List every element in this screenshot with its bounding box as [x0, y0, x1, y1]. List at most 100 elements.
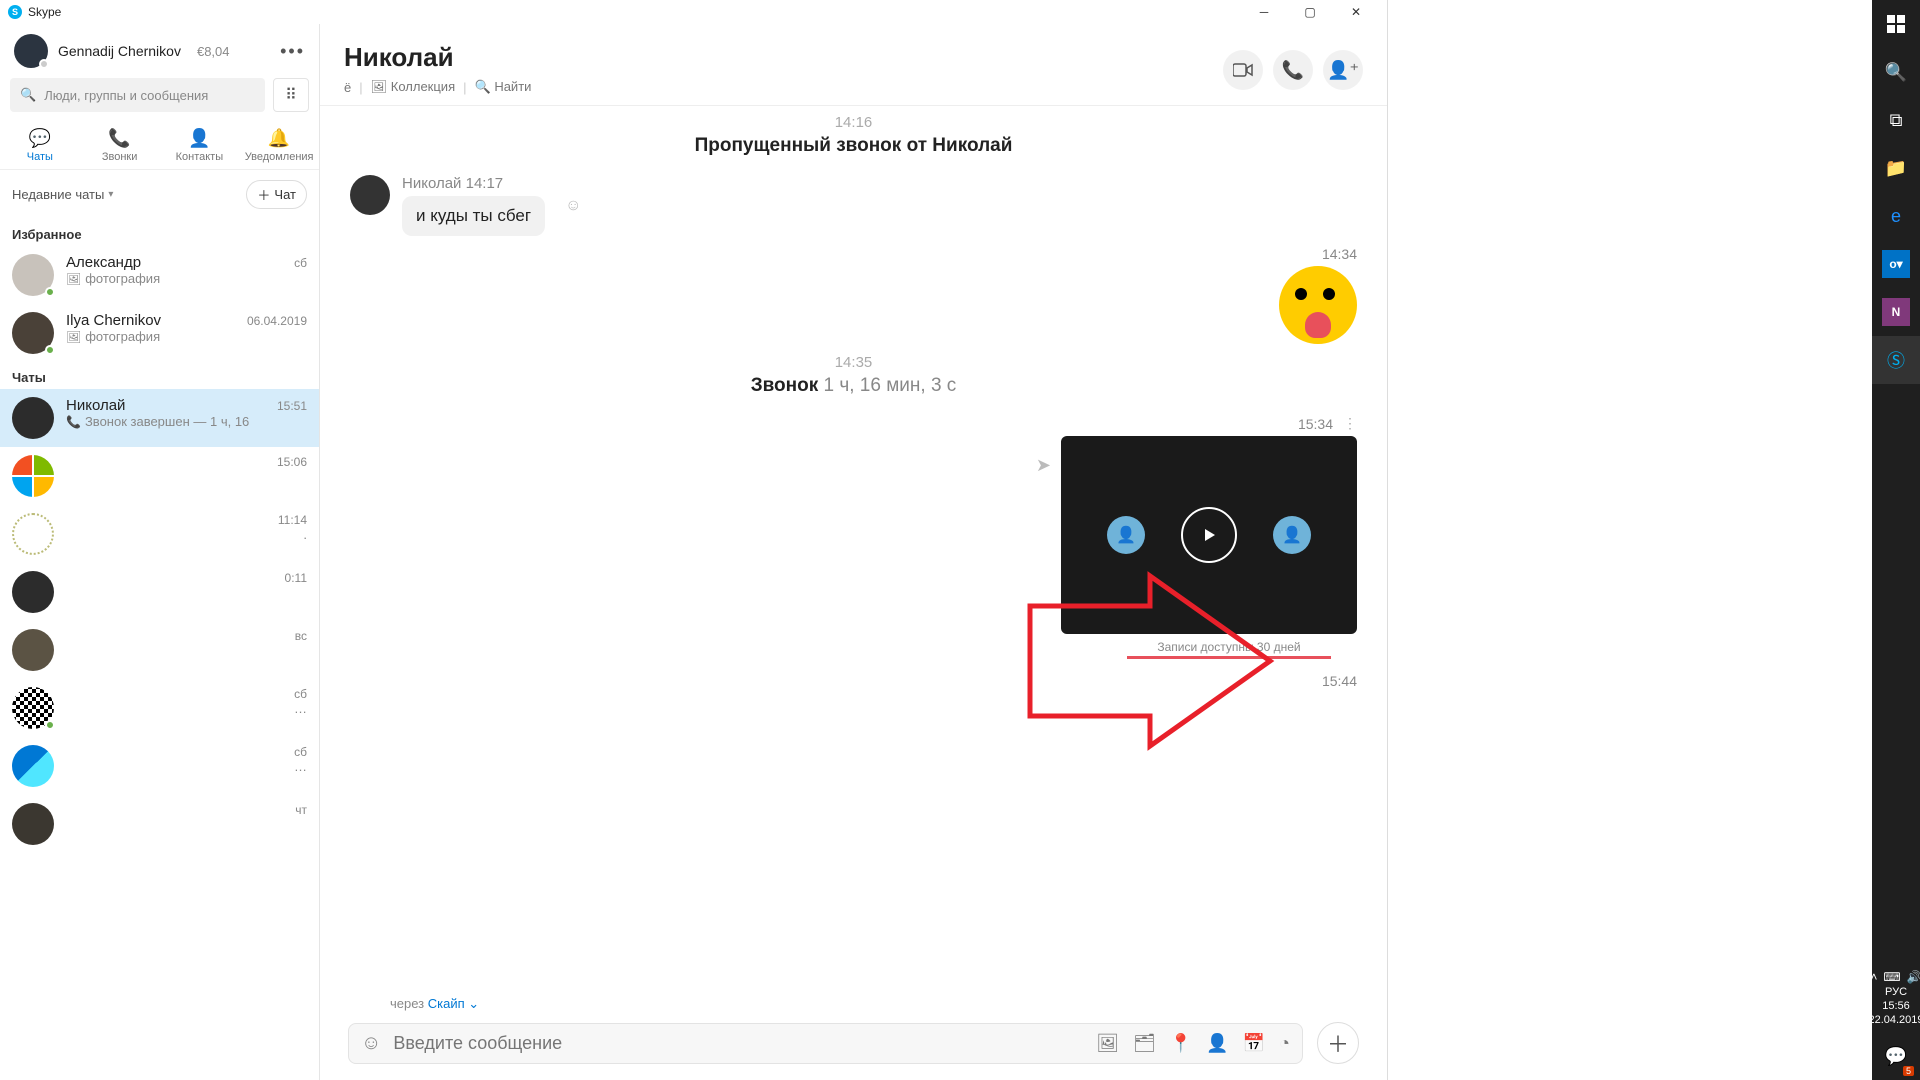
- message-time: 15:44: [1322, 673, 1357, 689]
- incoming-message: Николай 14:17 и куды ты сбег ☺: [350, 175, 1357, 236]
- chat-item[interactable]: 15:06: [0, 447, 319, 505]
- avatar: [12, 687, 54, 729]
- wink-tongue-emoji[interactable]: [1279, 266, 1357, 344]
- chevron-down-icon: ⌄: [468, 996, 479, 1011]
- emoji-picker-icon[interactable]: ☺: [361, 1032, 381, 1055]
- avatar: [350, 175, 390, 215]
- window-title: Skype: [28, 5, 61, 19]
- fav-item[interactable]: Ilya Chernikov06.04.2019 🖼фотография: [0, 304, 319, 362]
- recent-header[interactable]: Недавние чаты▾ ＋Чат: [0, 170, 319, 219]
- avatar: [12, 745, 54, 787]
- audio-call-button[interactable]: 📞: [1273, 50, 1313, 90]
- sidebar: Gennadij Chernikov €8,04 ••• 🔍 Люди, гру…: [0, 24, 320, 1080]
- new-chat-button[interactable]: ＋Чат: [246, 180, 307, 209]
- chat-title: Николай: [344, 42, 1223, 73]
- task-view-button[interactable]: ⧉: [1872, 96, 1920, 144]
- photo-icon: 🖼: [66, 330, 81, 344]
- background-scrim: [1388, 0, 1872, 1080]
- attach-image-icon[interactable]: 🖼: [1096, 1033, 1119, 1054]
- close-button[interactable]: ✕: [1333, 0, 1379, 24]
- create-button[interactable]: ＋: [1317, 1022, 1359, 1064]
- outlook-icon[interactable]: o▾: [1882, 250, 1910, 278]
- plus-icon: ＋: [257, 185, 270, 204]
- search-button[interactable]: 🔍: [1872, 48, 1920, 96]
- skype-taskbar-icon[interactable]: Ⓢ: [1872, 336, 1920, 384]
- volume-icon[interactable]: 🔊: [1907, 970, 1920, 984]
- message-time: 14:34: [1322, 246, 1357, 262]
- skype-window: S Skype ─ ▢ ✕ Gennadij Chernikov €8,04 •…: [0, 0, 1388, 1080]
- chat-item[interactable]: 11:14.: [0, 505, 319, 563]
- missed-call-message: Пропущенный звонок от Николай: [350, 135, 1357, 157]
- message-composer[interactable]: ☺ 🖼 🗂 📍 👤 📅 ◔: [348, 1023, 1303, 1064]
- system-time: 14:16: [350, 114, 1357, 131]
- minimize-button[interactable]: ─: [1241, 0, 1287, 24]
- poll-icon[interactable]: ◔: [1279, 1033, 1290, 1054]
- clock-date[interactable]: 22.04.2019: [1868, 1014, 1920, 1026]
- add-participant-button[interactable]: 👤⁺: [1323, 50, 1363, 90]
- action-center-icon[interactable]: 💬5: [1872, 1032, 1920, 1080]
- start-button[interactable]: [1872, 0, 1920, 48]
- onenote-icon[interactable]: N: [1882, 298, 1910, 326]
- avatar: [12, 571, 54, 613]
- self-name: Gennadij Chernikov: [58, 43, 181, 59]
- annotation-arrow: [1020, 566, 1280, 756]
- avatar: [12, 254, 54, 296]
- message-menu-icon[interactable]: ⋮: [1343, 415, 1357, 432]
- chat-item-active[interactable]: Николай15:51 📞Звонок завершен — 1 ч, 16: [0, 389, 319, 447]
- maximize-button[interactable]: ▢: [1287, 0, 1333, 24]
- participant-avatar: 👤: [1107, 516, 1145, 554]
- clock-time[interactable]: 15:56: [1882, 1000, 1910, 1012]
- search-icon: 🔍: [20, 87, 36, 103]
- dialpad-button[interactable]: ⠿: [273, 78, 309, 112]
- edge-icon[interactable]: e: [1872, 192, 1920, 240]
- avatar: [12, 513, 54, 555]
- avatar: [12, 455, 54, 497]
- chat-item[interactable]: чт: [0, 795, 319, 853]
- avatar: [12, 312, 54, 354]
- chat-header: Николай ё| 🖼 Коллекция| 🔍 Найти 📞 👤⁺: [320, 24, 1387, 106]
- video-call-button[interactable]: [1223, 50, 1263, 90]
- forward-icon[interactable]: ➤: [1036, 455, 1051, 476]
- outgoing-emoji: 14:34: [350, 246, 1357, 344]
- composer-row: ☺ 🖼 🗂 📍 👤 📅 ◔ ＋: [320, 1012, 1387, 1080]
- attach-file-icon[interactable]: 🗂: [1133, 1033, 1156, 1054]
- via-label: через Скайп ⌄: [320, 996, 1387, 1012]
- message-input[interactable]: [393, 1033, 1084, 1054]
- system-tray[interactable]: ˄⌨🔊 РУС 15:56 22.04.2019: [1872, 964, 1920, 1032]
- chat-item[interactable]: 0:11: [0, 563, 319, 621]
- avatar: [12, 629, 54, 671]
- translate-button[interactable]: ё: [344, 80, 351, 95]
- keyboard-icon[interactable]: ⌨: [1883, 970, 1900, 984]
- tray-expand-icon[interactable]: ˄: [1870, 970, 1877, 984]
- tab-contacts[interactable]: 👤Контакты: [160, 120, 240, 169]
- via-link[interactable]: Скайп: [428, 996, 465, 1011]
- gallery-button[interactable]: 🖼 Коллекция: [371, 79, 455, 95]
- explorer-icon[interactable]: 📁: [1872, 144, 1920, 192]
- language-indicator[interactable]: РУС: [1885, 986, 1907, 998]
- favorites-label: Избранное: [0, 219, 319, 246]
- contact-card-icon[interactable]: 👤: [1206, 1033, 1228, 1054]
- tab-chats[interactable]: 💬Чаты: [0, 120, 80, 169]
- phone-icon: 📞: [108, 128, 130, 149]
- chats-label: Чаты: [0, 362, 319, 389]
- find-button[interactable]: 🔍 Найти: [475, 79, 532, 95]
- react-icon[interactable]: ☺: [565, 197, 581, 215]
- windows-taskbar: 🔍 ⧉ 📁 e o▾ N Ⓢ ˄⌨🔊 РУС 15:56 22.04.2019 …: [1872, 0, 1920, 1080]
- chat-item[interactable]: сб…: [0, 679, 319, 737]
- location-icon[interactable]: 📍: [1170, 1033, 1192, 1054]
- call-icon: 📞: [66, 415, 81, 429]
- chat-item[interactable]: вс: [0, 621, 319, 679]
- profile-header[interactable]: Gennadij Chernikov €8,04 •••: [0, 24, 319, 78]
- search-input[interactable]: 🔍 Люди, группы и сообщения: [10, 78, 265, 112]
- chat-item[interactable]: сб…: [0, 737, 319, 795]
- call-summary: Звонок 1 ч, 16 мин, 3 с: [350, 375, 1357, 397]
- tab-calls[interactable]: 📞Звонки: [80, 120, 160, 169]
- schedule-icon[interactable]: 📅: [1243, 1033, 1265, 1054]
- tab-notifications[interactable]: 🔔Уведомления: [239, 120, 319, 169]
- more-icon[interactable]: •••: [280, 41, 305, 62]
- message-bubble[interactable]: и куды ты сбег: [402, 196, 545, 236]
- self-balance: €8,04: [197, 44, 230, 59]
- messages-area[interactable]: 14:16 Пропущенный звонок от Николай Нико…: [320, 106, 1387, 996]
- play-icon[interactable]: [1181, 507, 1237, 563]
- fav-item[interactable]: Александрсб 🖼фотография: [0, 246, 319, 304]
